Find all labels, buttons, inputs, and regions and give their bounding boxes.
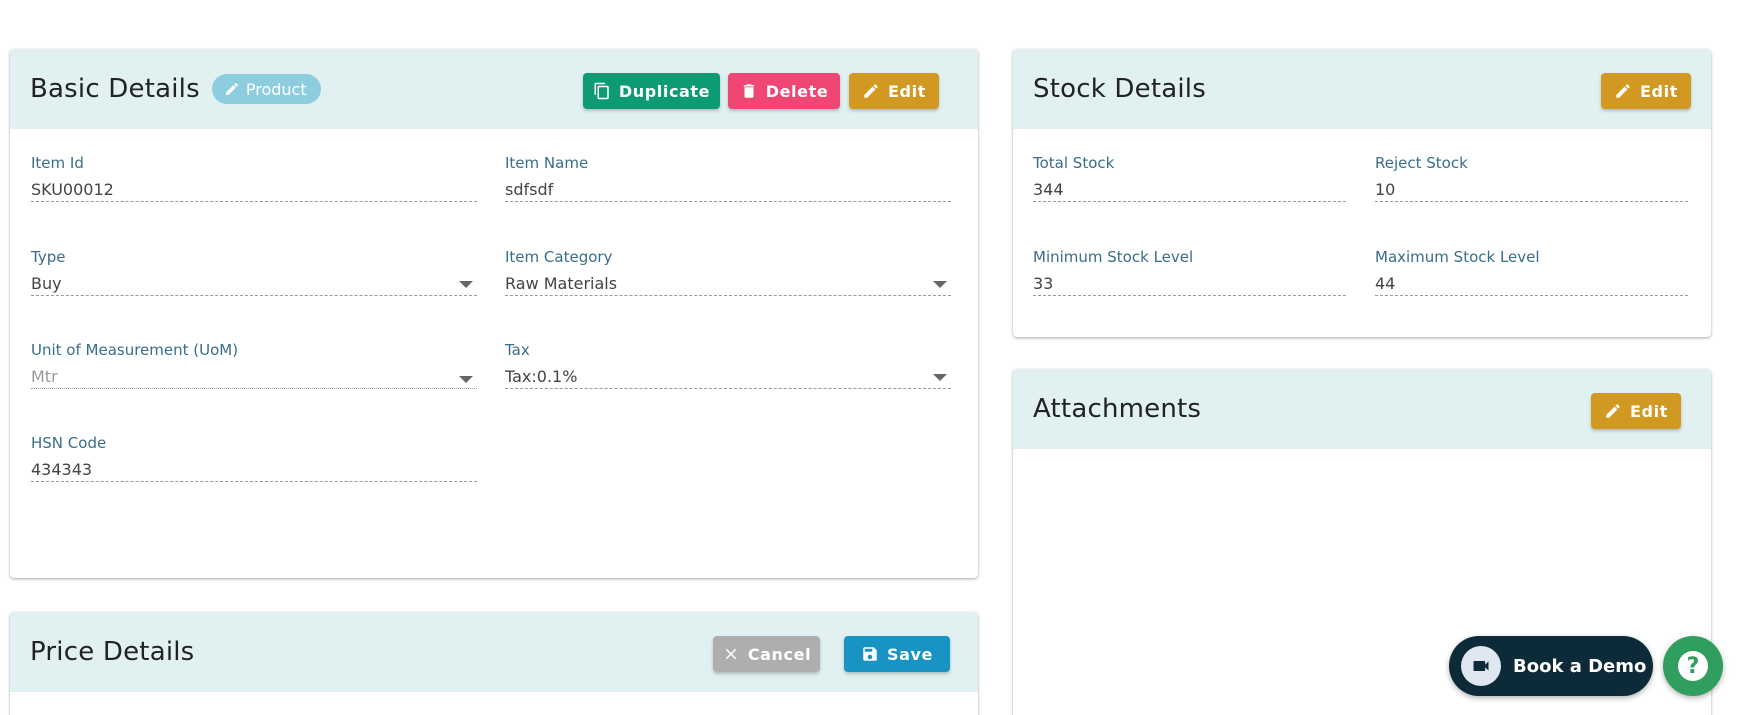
price-details-title: Price Details	[30, 637, 195, 667]
item-id-label: Item Id	[31, 154, 84, 172]
tax-select[interactable]: Tax Tax:0.1%	[505, 341, 951, 389]
close-icon	[725, 648, 737, 660]
edit-label: Edit	[1630, 401, 1668, 421]
delete-label: Delete	[765, 81, 829, 101]
uom-value-wrap[interactable]: Mtr	[31, 365, 477, 389]
basic-details-card: Basic Details Product Duplicate Delete E…	[10, 49, 978, 578]
total-stock-field[interactable]: Total Stock 344	[1033, 154, 1346, 202]
help-button[interactable]: ?	[1663, 636, 1723, 696]
delete-button[interactable]: Delete	[728, 73, 840, 109]
save-label: Save	[886, 644, 933, 664]
type-select[interactable]: Type Buy	[31, 248, 477, 296]
pencil-icon	[225, 82, 238, 95]
book-demo-label: Book a Demo	[1513, 655, 1647, 677]
chevron-down-icon[interactable]	[933, 281, 947, 288]
type-value: Buy	[31, 274, 62, 293]
item-category-value-wrap[interactable]: Raw Materials	[505, 272, 951, 296]
book-demo-button[interactable]: Book a Demo	[1449, 636, 1653, 696]
item-name-value[interactable]: sdfsdf	[505, 178, 951, 202]
tax-label: Tax	[505, 341, 530, 359]
edit-stock-button[interactable]: Edit	[1601, 73, 1691, 109]
floppy-icon	[863, 647, 877, 661]
product-chip-label: Product	[245, 79, 307, 99]
product-chip[interactable]: Product	[211, 74, 321, 104]
cancel-button[interactable]: Cancel	[713, 636, 820, 672]
question-icon: ?	[1678, 651, 1708, 681]
hsn-value[interactable]: 434343	[31, 458, 477, 482]
total-stock-value[interactable]: 344	[1033, 178, 1346, 202]
chevron-down-icon[interactable]	[459, 281, 473, 288]
item-category-value: Raw Materials	[505, 274, 618, 293]
duplicate-label: Duplicate	[618, 81, 711, 101]
edit-label: Edit	[888, 81, 926, 101]
price-details-card: Price Details Cancel Save	[10, 612, 978, 715]
hsn-label: HSN Code	[31, 434, 107, 452]
chevron-down-icon[interactable]	[459, 376, 473, 383]
basic-details-title: Basic Details	[30, 74, 200, 104]
pencil-icon	[1616, 84, 1630, 98]
stock-details-header: Stock Details Edit	[1013, 49, 1711, 129]
max-stock-label: Maximum Stock Level	[1375, 248, 1540, 266]
max-stock-field[interactable]: Maximum Stock Level 44	[1375, 248, 1688, 296]
item-detail-page: Basic Details Product Duplicate Delete E…	[0, 0, 1757, 715]
hsn-field[interactable]: HSN Code 434343	[31, 434, 477, 482]
edit-label: Edit	[1640, 81, 1678, 101]
total-stock-label: Total Stock	[1033, 154, 1115, 172]
chevron-down-icon[interactable]	[933, 374, 947, 381]
pencil-icon	[864, 84, 878, 98]
basic-details-header: Basic Details Product Duplicate Delete E…	[10, 49, 978, 129]
duplicate-button[interactable]: Duplicate	[583, 73, 720, 109]
min-stock-value[interactable]: 33	[1033, 272, 1346, 296]
trash-icon	[743, 84, 754, 98]
stock-details-card: Stock Details Edit Total Stock 344 Rejec…	[1013, 49, 1711, 337]
reject-stock-value[interactable]: 10	[1375, 178, 1688, 202]
type-value-wrap[interactable]: Buy	[31, 272, 477, 296]
attachments-title: Attachments	[1033, 394, 1202, 424]
attachments-header: Attachments Edit	[1013, 369, 1711, 449]
max-stock-value[interactable]: 44	[1375, 272, 1688, 296]
min-stock-field[interactable]: Minimum Stock Level 33	[1033, 248, 1346, 296]
min-stock-label: Minimum Stock Level	[1033, 248, 1194, 266]
reject-stock-label: Reject Stock	[1375, 154, 1468, 172]
copy-icon	[594, 82, 609, 100]
edit-attachments-button[interactable]: Edit	[1591, 393, 1681, 429]
save-button[interactable]: Save	[844, 636, 950, 672]
item-category-select[interactable]: Item Category Raw Materials	[505, 248, 951, 296]
tax-value: Tax:0.1%	[505, 367, 578, 386]
item-name-field[interactable]: Item Name sdfsdf	[505, 154, 951, 202]
reject-stock-field[interactable]: Reject Stock 10	[1375, 154, 1688, 202]
stock-details-title: Stock Details	[1033, 74, 1206, 104]
uom-select[interactable]: Unit of Measurement (UoM) Mtr	[31, 341, 477, 389]
uom-label: Unit of Measurement (UoM)	[31, 341, 239, 359]
uom-value: Mtr	[31, 367, 58, 386]
price-details-header: Price Details Cancel Save	[10, 612, 978, 692]
item-id-field[interactable]: Item Id SKU00012	[31, 154, 477, 202]
item-name-label: Item Name	[505, 154, 589, 172]
edit-basic-button[interactable]: Edit	[849, 73, 939, 109]
item-category-label: Item Category	[505, 248, 613, 266]
pencil-icon	[1606, 404, 1620, 418]
cancel-label: Cancel	[747, 644, 812, 664]
tax-value-wrap[interactable]: Tax:0.1%	[505, 365, 951, 389]
type-label: Type	[31, 248, 66, 266]
item-id-value[interactable]: SKU00012	[31, 178, 477, 202]
video-camera-icon	[1461, 646, 1501, 686]
